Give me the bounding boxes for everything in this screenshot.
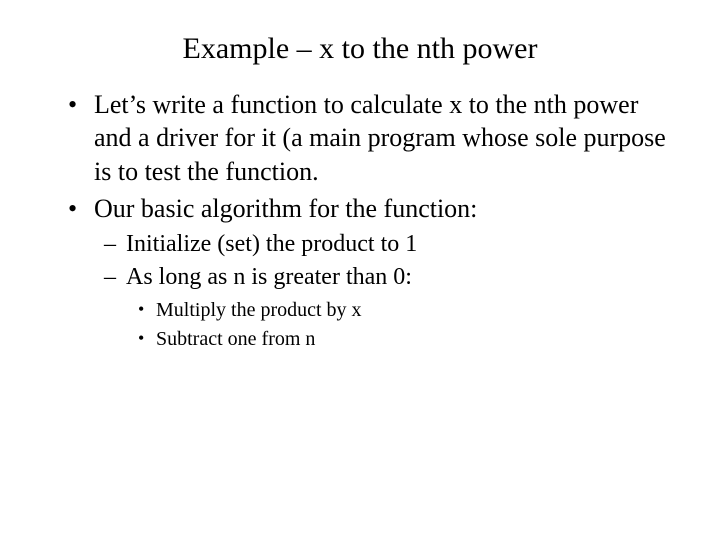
- subsub-bullet-item: Subtract one from n: [156, 326, 680, 353]
- sub-bullet-list: Initialize (set) the product to 1 As lon…: [94, 229, 680, 353]
- sub-bullet-item: Initialize (set) the product to 1: [126, 229, 680, 260]
- bullet-text: Our basic algorithm for the function:: [94, 194, 477, 223]
- bullet-text: Let’s write a function to calculate x to…: [94, 90, 666, 186]
- bullet-list: Let’s write a function to calculate x to…: [40, 88, 680, 353]
- sub-bullet-item: As long as n is greater than 0: Multiply…: [126, 262, 680, 353]
- slide: Example – x to the nth power Let’s write…: [0, 0, 720, 540]
- subsub-bullet-text: Multiply the product by x: [156, 299, 362, 321]
- sub-bullet-text: As long as n is greater than 0:: [126, 264, 412, 290]
- sub-bullet-text: Initialize (set) the product to 1: [126, 231, 417, 257]
- subsub-bullet-list: Multiply the product by x Subtract one f…: [126, 297, 680, 353]
- subsub-bullet-item: Multiply the product by x: [156, 297, 680, 324]
- bullet-item: Let’s write a function to calculate x to…: [94, 88, 680, 188]
- slide-title: Example – x to the nth power: [40, 32, 680, 66]
- subsub-bullet-text: Subtract one from n: [156, 328, 315, 350]
- bullet-item: Our basic algorithm for the function: In…: [94, 192, 680, 354]
